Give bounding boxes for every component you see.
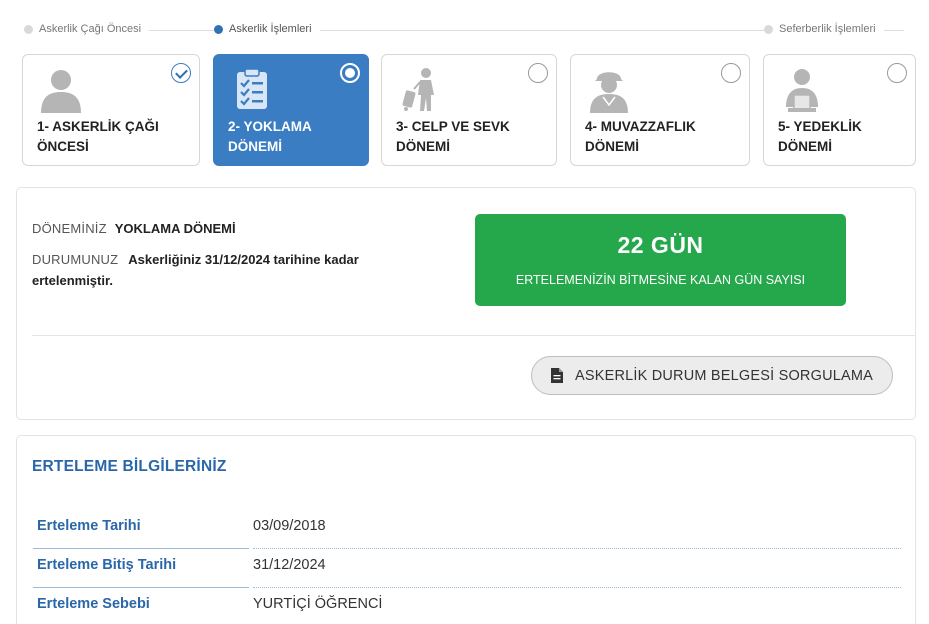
deferral-info-table: Erteleme Tarihi 03/09/2018 Erteleme Biti… <box>33 510 901 624</box>
phase-seferberlik-islemleri: Seferberlik İşlemleri <box>764 23 884 35</box>
row-value: 03/09/2018 <box>253 518 901 549</box>
remaining-days-caption: ERTELEMENİZİN BİTMESİNE KALAN GÜN SAYISI <box>515 273 806 287</box>
remaining-days-count: 22 GÜN <box>617 232 704 258</box>
document-query-label: ASKERLİK DURUM BELGESİ SORGULAMA <box>574 367 874 384</box>
row-label: Erteleme Sebebi <box>33 596 249 624</box>
phase-progress-bar: Askerlik Çağı Öncesi Askerlik İşlemleri … <box>0 0 929 48</box>
phase-askerlik-islemleri: Askerlik İşlemleri <box>214 23 320 35</box>
step-card-askerlik-cagi-oncesi[interactable]: 1- ASKERLİK ÇAĞI ÖNCESİ <box>22 54 200 166</box>
phase-dot <box>24 24 33 34</box>
phase-label: Askerlik Çağı Öncesi <box>39 23 142 35</box>
phase-label: Seferberlik İşlemleri <box>779 23 876 35</box>
step-label: 1- ASKERLİK ÇAĞI ÖNCESİ <box>37 119 159 154</box>
step-card-yedeklik[interactable]: 5- YEDEKLİK DÖNEMİ <box>763 54 916 166</box>
phase-dot <box>764 24 773 34</box>
step-label: 4- MUVAZZAFLIK DÖNEMİ <box>585 119 696 154</box>
phase-dot-active <box>214 24 223 34</box>
step-radio-icon <box>887 63 907 83</box>
term-value: YOKLAMA DÖNEMİ <box>114 221 236 236</box>
current-state: DURUMUNUZ Askerliğiniz 31/12/2024 tarihin… <box>32 249 412 291</box>
step-radio-icon <box>721 63 741 83</box>
step-card-muvazzaflik[interactable]: 4- MUVAZZAFLIK DÖNEMİ <box>570 54 750 166</box>
step-label: 2- YOKLAMA DÖNEMİ <box>228 119 312 154</box>
step-radio-selected-icon <box>340 63 360 83</box>
phase-askerlik-cagi-oncesi: Askerlik Çağı Öncesi <box>24 23 150 35</box>
soldier-icon <box>587 67 635 113</box>
table-row: Erteleme Bitiş Tarihi 31/12/2024 <box>33 549 901 588</box>
document-icon <box>550 368 563 383</box>
person-icon <box>39 67 87 113</box>
row-value: 31/12/2024 <box>253 557 901 588</box>
deferral-info-title: ERTELEME BİLGİLERİNİZ <box>32 458 227 475</box>
reserve-person-icon <box>780 67 828 113</box>
step-radio-icon <box>528 63 548 83</box>
term-label: DÖNEMİNİZ <box>32 221 107 236</box>
step-card-yoklama-donemi[interactable]: 2- YOKLAMA DÖNEMİ <box>213 54 369 166</box>
state-label: DURUMUNUZ <box>32 252 119 267</box>
step-label: 5- YEDEKLİK DÖNEMİ <box>778 119 862 154</box>
row-label: Erteleme Tarihi <box>33 518 249 549</box>
current-term: DÖNEMİNİZ YOKLAMA DÖNEMİ <box>32 218 236 239</box>
row-label: Erteleme Bitiş Tarihi <box>33 557 249 588</box>
step-card-celp-ve-sevk[interactable]: 3- CELP VE SEVK DÖNEMİ <box>381 54 557 166</box>
deferral-info-panel: ERTELEME BİLGİLERİNİZ Erteleme Tarihi 03… <box>16 435 916 624</box>
phase-label: Askerlik İşlemleri <box>229 23 312 35</box>
step-checkmark-icon <box>171 63 191 83</box>
divider <box>32 335 915 336</box>
table-row: Erteleme Sebebi YURTİÇİ ÖĞRENCİ <box>33 588 901 624</box>
document-query-button[interactable]: ASKERLİK DURUM BELGESİ SORGULAMA <box>531 356 893 395</box>
clipboard-checklist-icon <box>230 67 278 113</box>
traveler-luggage-icon <box>398 67 446 113</box>
status-panel: DÖNEMİNİZ YOKLAMA DÖNEMİ DURUMUNUZ Askerli… <box>16 187 916 420</box>
table-row: Erteleme Tarihi 03/09/2018 <box>33 510 901 549</box>
remaining-days-box: 22 GÜN ERTELEMENİZİN BİTMESİNE KALAN GÜN… <box>475 214 846 306</box>
step-label: 3- CELP VE SEVK DÖNEMİ <box>396 119 510 154</box>
row-value: YURTİÇİ ÖĞRENCİ <box>253 596 901 624</box>
